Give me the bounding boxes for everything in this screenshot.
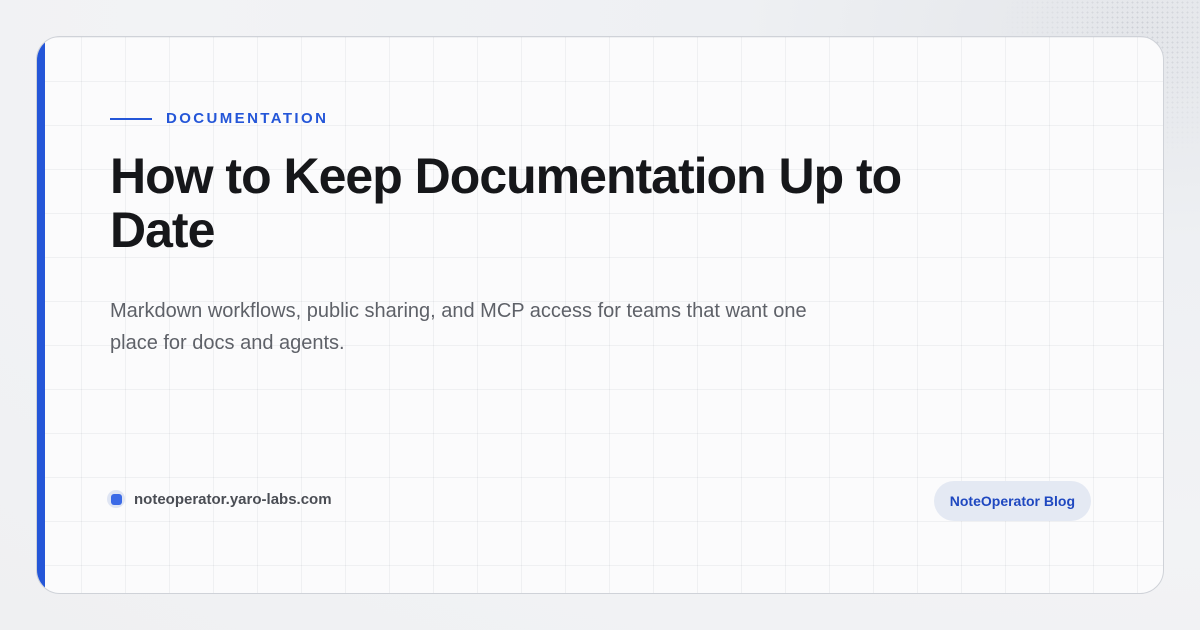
social-card: DOCUMENTATION How to Keep Documentation … — [36, 36, 1164, 594]
logo-square-icon — [107, 490, 125, 508]
domain-label: noteoperator.yaro-labs.com — [134, 490, 332, 508]
site-domain: noteoperator.yaro-labs.com — [107, 490, 332, 508]
category-eyebrow: DOCUMENTATION — [110, 110, 328, 127]
post-title: How to Keep Documentation Up to Date — [110, 148, 902, 258]
accent-bar — [37, 37, 45, 593]
blog-badge: NoteOperator Blog — [933, 481, 1091, 521]
eyebrow-line — [110, 117, 152, 120]
category-label: DOCUMENTATION — [166, 110, 329, 127]
post-subtitle: Markdown workflows, public sharing, and … — [110, 300, 807, 354]
